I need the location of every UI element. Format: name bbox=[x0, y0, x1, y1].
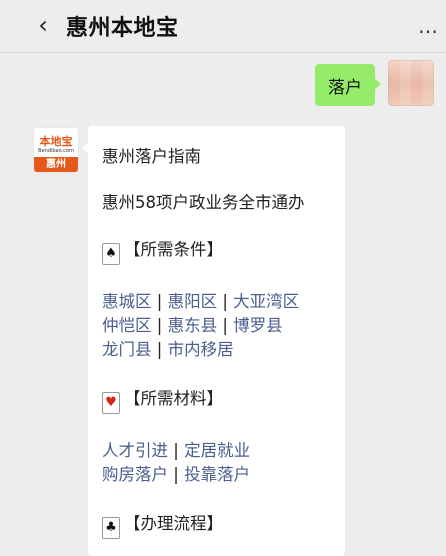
materials-row-1: 人才引进 | 定居就业 bbox=[102, 437, 250, 461]
separator: | bbox=[173, 465, 179, 484]
chevron-left-icon: ‹ bbox=[38, 11, 48, 39]
link-toukaoluohu[interactable]: 投靠落户 bbox=[184, 465, 250, 484]
guide-title: 惠州落户指南 bbox=[102, 147, 201, 166]
section-process-heading: ♣ 【办理流程】 bbox=[102, 510, 223, 539]
section-materials-title: 【所需材料】 bbox=[124, 389, 223, 408]
outgoing-message-bubble[interactable]: 落户 bbox=[315, 64, 381, 106]
logo-main-text: 本地宝 bbox=[39, 134, 73, 148]
top-bar: ‹ 惠州本地宝 … bbox=[0, 0, 446, 53]
conditions-row-1: 惠城区 | 惠阳区 | 大亚湾区 bbox=[102, 288, 299, 312]
more-icon: … bbox=[418, 14, 438, 38]
logo-sub-text: Bendibao.com bbox=[38, 147, 74, 154]
link-zhongkai[interactable]: 仲恺区 bbox=[102, 316, 152, 335]
back-button[interactable]: ‹ bbox=[34, 11, 52, 39]
section-conditions-heading: ♠ 【所需条件】 bbox=[102, 236, 223, 265]
heart-card-icon: ♥ bbox=[102, 392, 120, 414]
section-materials-heading: ♥ 【所需材料】 bbox=[102, 385, 223, 414]
separator: | bbox=[173, 441, 179, 460]
link-longmen[interactable]: 龙门县 bbox=[102, 340, 152, 359]
section-conditions-title: 【所需条件】 bbox=[124, 240, 223, 259]
link-huiyang[interactable]: 惠阳区 bbox=[168, 292, 218, 311]
link-goufangluohu[interactable]: 购房落户 bbox=[102, 465, 168, 484]
separator: | bbox=[156, 292, 163, 311]
spade-card-icon: ♠ bbox=[102, 243, 120, 265]
guide-subtitle: 惠州58项户政业务全市通办 bbox=[102, 193, 305, 212]
link-dayawan[interactable]: 大亚湾区 bbox=[233, 292, 299, 311]
link-huidong[interactable]: 惠东县 bbox=[168, 316, 218, 335]
link-huicheng[interactable]: 惠城区 bbox=[102, 292, 152, 311]
conditions-row-2: 仲恺区 | 惠东县 | 博罗县 bbox=[102, 312, 283, 336]
conditions-row-3: 龙门县 | 市内移居 bbox=[102, 336, 234, 360]
chat-title: 惠州本地宝 bbox=[66, 16, 179, 41]
separator: | bbox=[222, 292, 228, 311]
link-shineiyiju[interactable]: 市内移居 bbox=[168, 340, 234, 359]
logo-city-text: 惠州 bbox=[34, 157, 78, 172]
separator: | bbox=[156, 340, 163, 359]
section-process-title: 【办理流程】 bbox=[124, 514, 223, 533]
separator: | bbox=[156, 316, 163, 335]
official-account-avatar[interactable]: 本地宝 Bendibao.com 惠州 bbox=[33, 127, 79, 173]
link-dingjujiuye[interactable]: 定居就业 bbox=[184, 441, 250, 460]
club-card-icon: ♣ bbox=[102, 517, 120, 539]
materials-row-2: 购房落户 | 投靠落户 bbox=[102, 461, 250, 485]
outgoing-message-text: 落户 bbox=[328, 77, 362, 98]
link-rencaiyinjin[interactable]: 人才引进 bbox=[102, 441, 168, 460]
more-button[interactable]: … bbox=[418, 14, 438, 38]
user-avatar[interactable] bbox=[388, 60, 434, 106]
separator: | bbox=[222, 316, 228, 335]
logo-top: 本地宝 Bendibao.com bbox=[34, 128, 78, 157]
link-boluo[interactable]: 博罗县 bbox=[233, 316, 283, 335]
